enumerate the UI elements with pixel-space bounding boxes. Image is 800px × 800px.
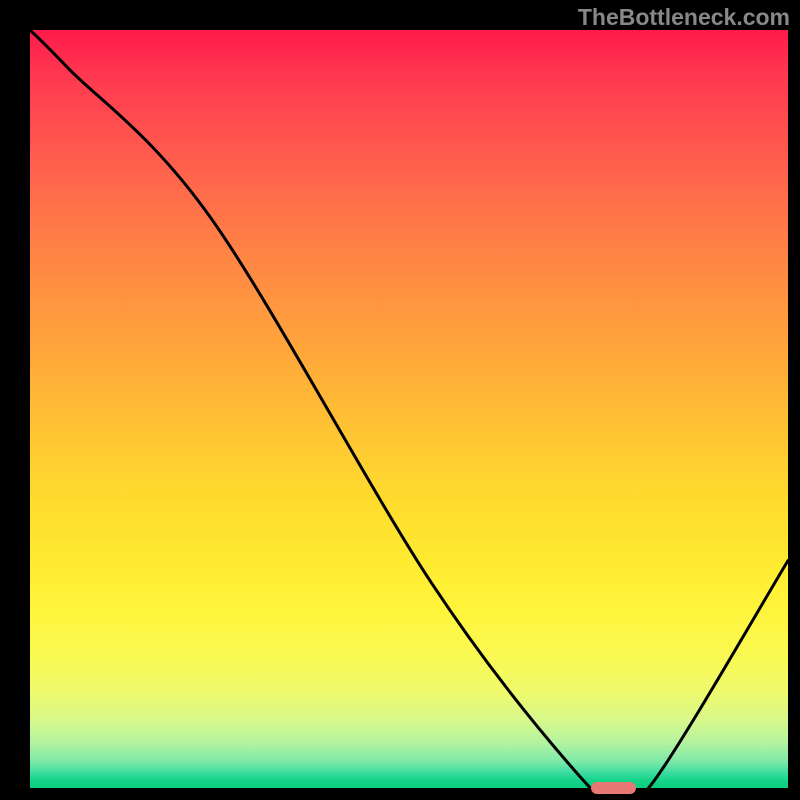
- bottleneck-curve: [30, 30, 788, 788]
- optimal-point-marker: [591, 782, 636, 793]
- chart-container: [30, 30, 788, 788]
- watermark-text: TheBottleneck.com: [578, 4, 790, 31]
